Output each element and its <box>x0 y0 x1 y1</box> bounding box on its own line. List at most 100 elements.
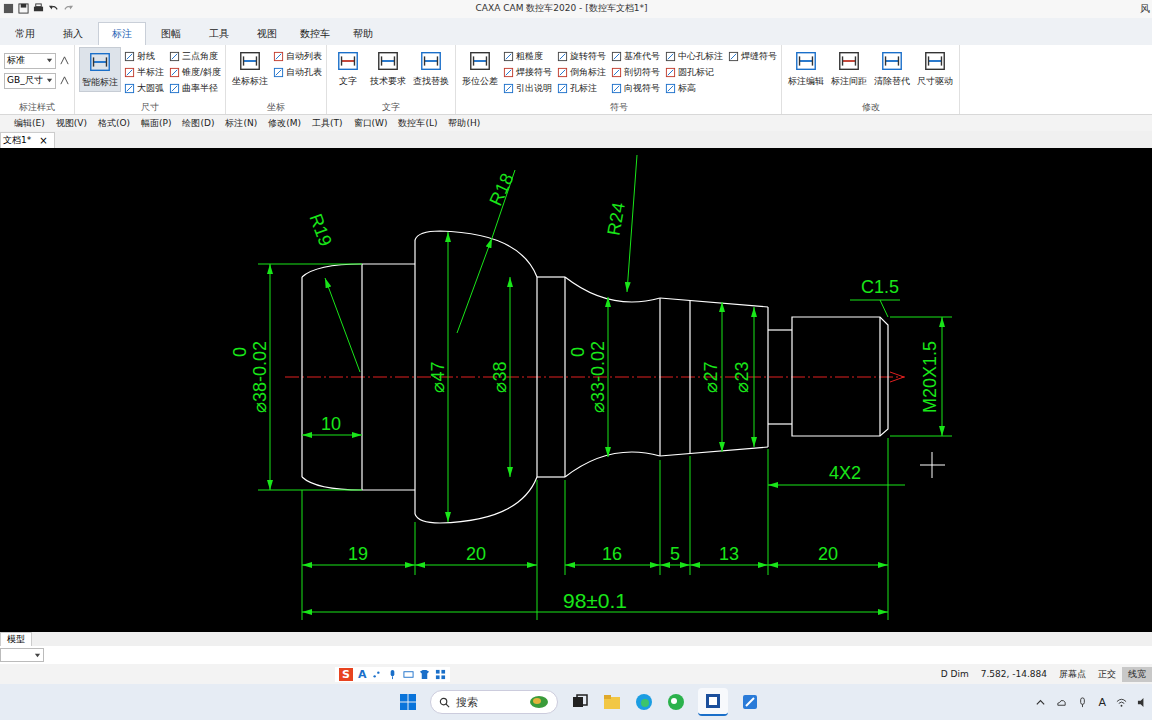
drawing-app-icon[interactable] <box>740 692 760 712</box>
undo-icon[interactable] <box>48 3 59 14</box>
microphone-icon[interactable] <box>1077 697 1088 708</box>
menu-item[interactable]: 编辑(E) <box>14 117 45 130</box>
ribbon-button[interactable]: 智能标注 <box>79 47 121 92</box>
status-item[interactable]: 正交 <box>1092 667 1122 682</box>
dimension-text[interactable]: C1.5 <box>861 277 899 297</box>
menu-item[interactable]: 视图(V) <box>56 117 87 130</box>
edge-browser-icon[interactable] <box>634 692 654 712</box>
menu-item[interactable]: 修改(M) <box>268 117 301 130</box>
command-dropdown[interactable] <box>0 648 44 662</box>
dimension-text[interactable]: 10 <box>321 414 341 434</box>
keyboard-icon[interactable] <box>403 669 414 680</box>
dimension-text[interactable]: 0 <box>568 347 588 357</box>
ribbon-small-button[interactable]: 中心孔标注 <box>665 49 723 65</box>
menu-item[interactable]: 标注(N) <box>225 117 257 130</box>
status-item[interactable]: 屏幕点 <box>1053 667 1092 682</box>
ime-logo[interactable]: S <box>339 668 353 681</box>
style-dropdown[interactable]: GB_尺寸 <box>4 73 56 89</box>
caxa-taskbar-button[interactable] <box>698 688 728 716</box>
ribbon-tab[interactable]: 常用 <box>2 23 48 45</box>
ribbon-small-button[interactable]: 标高 <box>665 81 723 97</box>
status-item[interactable]: D Dim <box>935 668 975 680</box>
ribbon-small-button[interactable]: 剖切符号 <box>611 65 660 81</box>
task-view-icon[interactable] <box>570 692 590 712</box>
microphone-icon[interactable] <box>387 669 398 680</box>
ribbon-tab[interactable]: 标注 <box>98 22 146 45</box>
menu-item[interactable]: 格式(O) <box>98 117 130 130</box>
ribbon-button[interactable]: 形位公差 <box>460 47 500 90</box>
style-icon[interactable] <box>59 75 70 86</box>
search-box[interactable]: 搜索 <box>430 690 558 714</box>
part-drawing[interactable]: R19R18R24C1.5⌀38-0.02010⌀47⌀38⌀33-0.020⌀… <box>0 148 1152 632</box>
ribbon-small-button[interactable]: 粗糙度 <box>503 49 552 65</box>
dimension-text[interactable]: ⌀23 <box>732 362 752 393</box>
dimension-text[interactable]: M20X1.5 <box>920 341 940 413</box>
input-method-indicator[interactable]: A <box>1098 696 1106 709</box>
dimension-text[interactable]: ⌀47 <box>428 362 448 393</box>
wifi-icon[interactable] <box>1116 697 1127 708</box>
windows-start-icon[interactable] <box>398 692 418 712</box>
menu-item[interactable]: 工具(T) <box>312 117 343 130</box>
ribbon-small-button[interactable]: 向视符号 <box>611 81 660 97</box>
style-icon[interactable] <box>59 55 70 66</box>
dimension-text[interactable]: 20 <box>466 544 486 564</box>
style-dropdown[interactable]: 标准 <box>4 53 56 69</box>
document-tab[interactable]: 文档1* × <box>0 132 55 148</box>
ribbon-button[interactable]: 文字 <box>331 47 365 90</box>
ribbon-tab[interactable]: 工具 <box>196 23 242 45</box>
ribbon-button[interactable]: 坐标标注 <box>230 47 270 90</box>
ribbon-tab[interactable]: 图幅 <box>148 23 194 45</box>
dimension-text[interactable]: 16 <box>602 544 622 564</box>
dimension-text[interactable]: ⌀38 <box>490 362 510 393</box>
ribbon-small-button[interactable]: 引出说明 <box>503 81 552 97</box>
ribbon-button[interactable]: 查找替换 <box>411 47 451 90</box>
dimension-text[interactable]: ⌀33-0.02 <box>588 341 608 413</box>
ribbon-tab[interactable]: 帮助 <box>340 23 386 45</box>
status-item[interactable]: 7.582, -14.884 <box>975 668 1053 680</box>
dimension-text[interactable]: 0 <box>230 347 250 357</box>
dimension-text[interactable]: 13 <box>719 544 739 564</box>
ribbon-tab[interactable]: 视图 <box>244 23 290 45</box>
dimension-text[interactable]: R24 <box>603 201 628 237</box>
skin-icon[interactable] <box>419 669 430 680</box>
user-label[interactable]: 风 <box>1140 2 1152 16</box>
dimension-text[interactable]: R19 <box>306 211 336 249</box>
menu-item[interactable]: 绘图(D) <box>182 117 214 130</box>
drawing-canvas[interactable]: R19R18R24C1.5⌀38-0.02010⌀47⌀38⌀33-0.020⌀… <box>0 148 1152 632</box>
ribbon-tab[interactable]: 数控车 <box>292 23 338 45</box>
ime-mode[interactable]: A <box>358 668 367 681</box>
dimension-text[interactable]: 4X2 <box>829 463 861 483</box>
menu-item[interactable]: 幅面(P) <box>141 117 171 130</box>
dimension-text[interactable]: 20 <box>818 544 838 564</box>
close-tab-button[interactable]: × <box>39 135 47 146</box>
dimension-text[interactable]: ⌀27 <box>701 362 721 393</box>
volume-icon[interactable] <box>1137 697 1148 708</box>
ribbon-button[interactable]: 标注间距 <box>829 47 869 90</box>
ribbon-small-button[interactable]: 自动孔表 <box>273 65 322 81</box>
ribbon-button[interactable]: 标注编辑 <box>786 47 826 90</box>
menu-item[interactable]: 数控车(L) <box>398 117 437 130</box>
ribbon-small-button[interactable]: 半标注 <box>124 65 164 81</box>
chat-app-icon[interactable] <box>666 692 686 712</box>
dimension-text[interactable]: 98±0.1 <box>563 589 627 612</box>
status-item[interactable]: 线宽 <box>1122 667 1152 682</box>
ribbon-button[interactable]: 清除替代 <box>872 47 912 90</box>
print-icon[interactable] <box>33 3 44 14</box>
ribbon-button[interactable]: 尺寸驱动 <box>915 47 955 90</box>
ribbon-button[interactable]: 技术要求 <box>368 47 408 90</box>
show-hidden-icons-icon[interactable] <box>1035 697 1046 708</box>
ribbon-small-button[interactable]: 锥度/斜度 <box>169 65 221 81</box>
file-explorer-icon[interactable] <box>602 692 622 712</box>
menu-item[interactable]: 帮助(H) <box>448 117 480 130</box>
ribbon-small-button[interactable]: 曲率半径 <box>169 81 221 97</box>
save-icon[interactable] <box>18 3 29 14</box>
ribbon-small-button[interactable]: 基准代号 <box>611 49 660 65</box>
dimension-text[interactable]: 5 <box>670 544 680 564</box>
redo-icon[interactable] <box>63 3 74 14</box>
ribbon-small-button[interactable]: 大圆弧 <box>124 81 164 97</box>
model-tab[interactable]: 模型 <box>0 632 32 646</box>
ribbon-small-button[interactable]: 旋转符号 <box>557 49 606 65</box>
app-icon[interactable] <box>3 3 14 14</box>
cloud-icon[interactable] <box>1056 697 1067 708</box>
punctuation-icon[interactable] <box>371 669 382 680</box>
